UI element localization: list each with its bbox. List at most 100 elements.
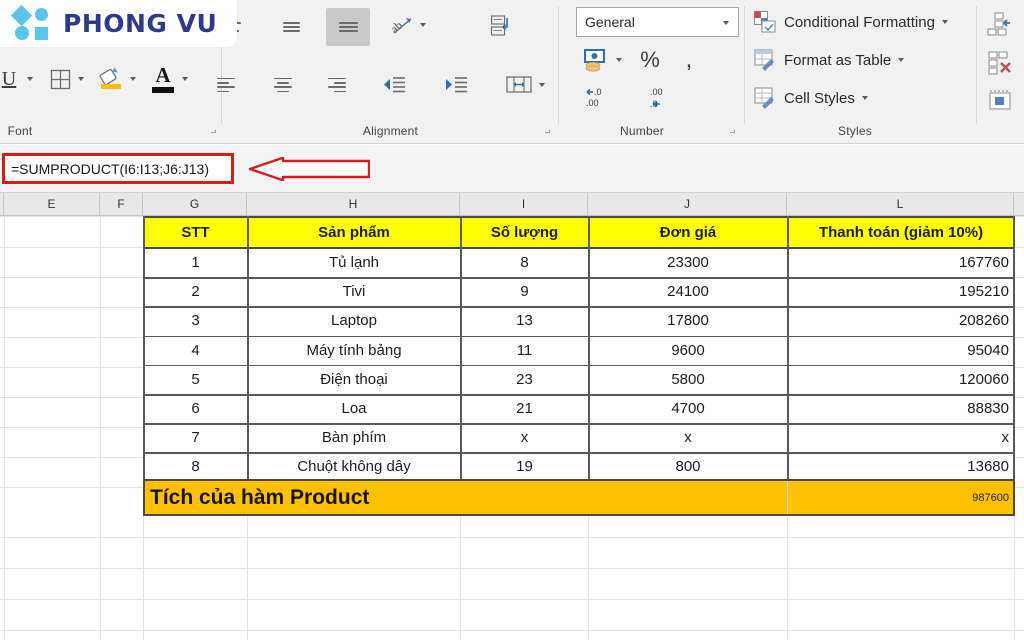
table-border xyxy=(1013,216,1015,479)
formula-text: =SUMPRODUCT(I6:I13;J6:J13) xyxy=(11,160,209,177)
cell-stt[interactable]: 7 xyxy=(144,423,247,453)
align-right-icon xyxy=(328,77,346,93)
percent-style-button[interactable]: % xyxy=(637,46,663,74)
orientation-button[interactable]: ab xyxy=(386,10,418,42)
font-color-button[interactable]: A xyxy=(148,62,178,96)
cell-payment[interactable]: 120060 xyxy=(788,364,1014,394)
font-color-dropdown-icon[interactable] xyxy=(180,74,190,84)
align-left-button[interactable] xyxy=(212,72,240,98)
cell-stt[interactable]: 2 xyxy=(144,277,247,307)
cell-product[interactable]: Tivi xyxy=(248,277,460,307)
column-header-f[interactable]: F xyxy=(100,193,143,216)
table-border xyxy=(143,479,146,516)
cell-stt[interactable]: 3 xyxy=(144,306,247,336)
svg-text:.00: .00 xyxy=(650,87,663,97)
cell-payment[interactable]: 13680 xyxy=(788,452,1014,482)
svg-text:ab: ab xyxy=(389,18,405,36)
table-border xyxy=(143,277,1014,279)
conditional-formatting-button[interactable]: Conditional Formatting xyxy=(753,10,948,34)
cell-stt[interactable]: 8 xyxy=(144,452,247,482)
cell-qty[interactable]: 11 xyxy=(461,335,588,365)
cell-product[interactable]: Điện thoại xyxy=(248,364,460,394)
orientation-dropdown-icon[interactable] xyxy=(418,20,428,30)
underline-label: U xyxy=(1,67,17,90)
cell-qty[interactable]: 21 xyxy=(461,394,588,424)
column-header-h[interactable]: H xyxy=(247,193,460,216)
cell-price[interactable]: 24100 xyxy=(589,277,787,307)
borders-button[interactable] xyxy=(46,66,74,92)
delete-cells-button[interactable] xyxy=(984,48,1016,78)
formula-input[interactable]: =SUMPRODUCT(I6:I13;J6:J13) xyxy=(2,153,234,184)
number-format-select[interactable]: General xyxy=(576,7,739,37)
table-border xyxy=(143,452,1014,454)
cell-payment[interactable]: 88830 xyxy=(788,394,1014,424)
wrap-text-button[interactable] xyxy=(486,10,518,42)
cell-price[interactable]: 17800 xyxy=(589,306,787,336)
underline-dropdown-icon[interactable] xyxy=(25,74,35,84)
increase-decimal-icon: .00 .0 xyxy=(650,87,663,109)
borders-dropdown-icon[interactable] xyxy=(76,74,86,84)
cell-price[interactable]: x xyxy=(589,423,787,453)
accounting-format-button[interactable] xyxy=(581,46,611,74)
fill-color-dropdown-icon[interactable] xyxy=(128,74,138,84)
cell-qty[interactable]: 9 xyxy=(461,277,588,307)
format-as-table-button[interactable]: Format as Table xyxy=(753,48,905,72)
align-bottom-button[interactable] xyxy=(326,8,370,46)
cell-payment[interactable]: 195210 xyxy=(788,277,1014,307)
merge-center-button[interactable] xyxy=(503,70,535,100)
underline-button[interactable]: U xyxy=(0,66,22,92)
cell-product[interactable]: Laptop xyxy=(248,306,460,336)
cell-stt[interactable]: 5 xyxy=(144,364,247,394)
align-center-button[interactable] xyxy=(269,72,297,98)
cell-qty[interactable]: 13 xyxy=(461,306,588,336)
font-dialog-launcher[interactable] xyxy=(208,126,219,137)
formula-bar: =SUMPRODUCT(I6:I13;J6:J13) xyxy=(0,145,1024,193)
cell-qty[interactable]: 8 xyxy=(461,248,588,278)
cell-product[interactable]: Loa xyxy=(248,394,460,424)
insert-cells-button[interactable] xyxy=(984,10,1016,40)
cell-stt[interactable]: 6 xyxy=(144,394,247,424)
cell-price[interactable]: 9600 xyxy=(589,335,787,365)
cell-qty[interactable]: x xyxy=(461,423,588,453)
column-header-j[interactable]: J xyxy=(588,193,787,216)
increase-decimal-button[interactable]: .00 .0 xyxy=(637,84,673,112)
cell-payment[interactable]: 95040 xyxy=(788,335,1014,365)
column-header-i[interactable]: I xyxy=(460,193,588,216)
column-header-e[interactable]: E xyxy=(4,193,100,216)
comma-style-button[interactable]: , xyxy=(676,46,702,74)
left-arrow-icon xyxy=(248,156,371,182)
accounting-dropdown-icon[interactable] xyxy=(614,55,624,65)
cell-payment[interactable]: 208260 xyxy=(788,306,1014,336)
cell-stt[interactable]: 1 xyxy=(144,248,247,278)
cell-payment[interactable]: x xyxy=(788,423,1014,453)
conditional-formatting-label: Conditional Formatting xyxy=(784,13,935,31)
decrease-indent-button[interactable] xyxy=(379,70,409,100)
cell-price[interactable]: 800 xyxy=(589,452,787,482)
cell-qty[interactable]: 19 xyxy=(461,452,588,482)
decrease-decimal-button[interactable]: .0 .00 xyxy=(581,84,617,112)
cell-price[interactable]: 4700 xyxy=(589,394,787,424)
table-header-product: Sản phẩm xyxy=(248,217,460,247)
cell-product[interactable]: Chuột không dây xyxy=(248,452,460,482)
merge-center-dropdown-icon[interactable] xyxy=(537,80,547,90)
cell-styles-button[interactable]: Cell Styles xyxy=(753,86,868,110)
fill-color-button[interactable] xyxy=(96,64,126,94)
number-dialog-launcher[interactable] xyxy=(727,126,738,137)
column-header-g[interactable]: G xyxy=(143,193,247,216)
cell-qty[interactable]: 23 xyxy=(461,364,588,394)
align-right-button[interactable] xyxy=(323,72,351,98)
align-middle-button[interactable] xyxy=(277,14,305,40)
cell-product[interactable]: Tủ lạnh xyxy=(248,248,460,278)
cell-stt[interactable]: 4 xyxy=(144,335,247,365)
cell-price[interactable]: 5800 xyxy=(589,364,787,394)
cell-price[interactable]: 23300 xyxy=(589,248,787,278)
column-header-l[interactable]: L xyxy=(787,193,1014,216)
table-border xyxy=(143,306,1014,308)
cell-product[interactable]: Máy tính bảng xyxy=(248,335,460,365)
cell-payment[interactable]: 167760 xyxy=(788,248,1014,278)
ribbon-group-styles: Conditional Formatting Format as Table C… xyxy=(745,0,977,144)
column-header-m[interactable] xyxy=(1014,193,1024,216)
increase-indent-button[interactable] xyxy=(441,70,471,100)
format-cells-button[interactable] xyxy=(984,86,1016,116)
cell-product[interactable]: Bàn phím xyxy=(248,423,460,453)
